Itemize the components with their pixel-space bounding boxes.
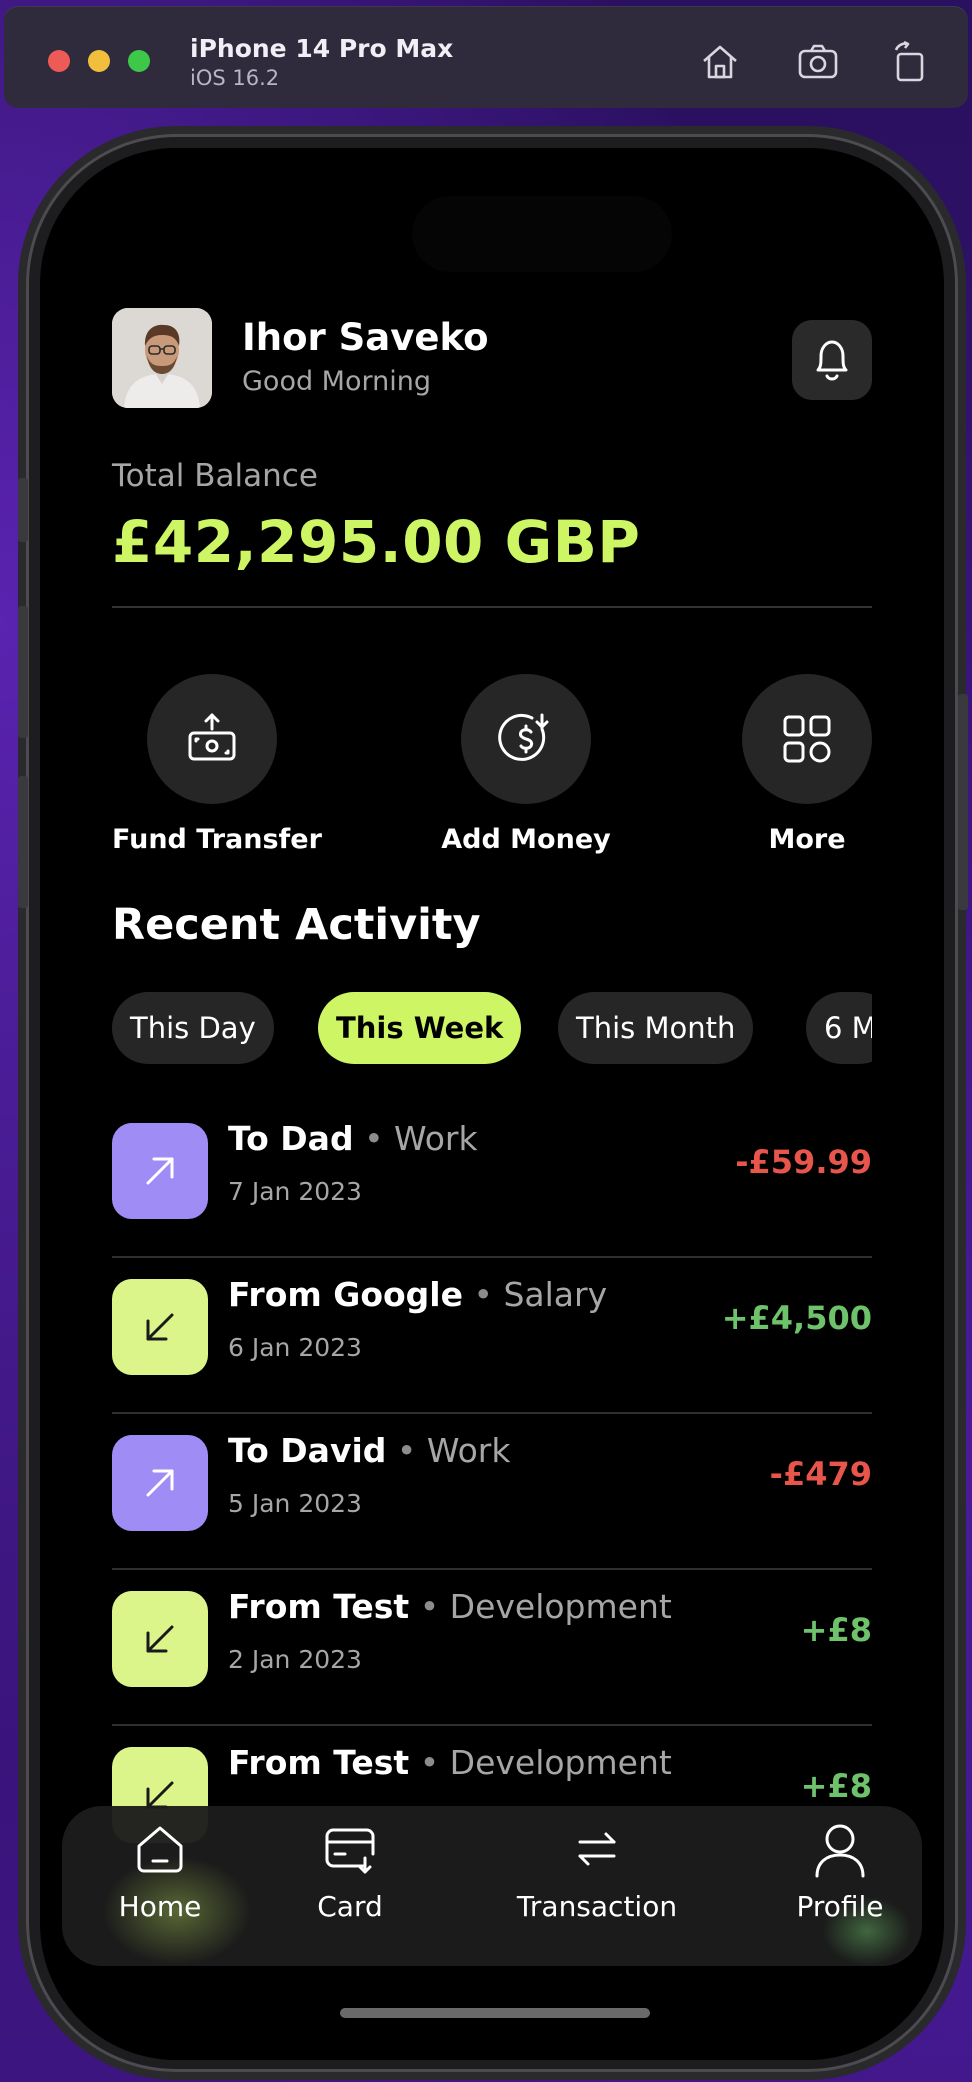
transaction-amount: +£8 [800,1611,872,1649]
nav-profile-label: Profile [796,1890,884,1923]
rotate-icon[interactable] [888,40,932,84]
fund-transfer-label: Fund Transfer [112,824,322,855]
transaction-name: To Dad [228,1119,354,1158]
transaction-category: Development [449,1587,672,1626]
user-name: Ihor Saveko [242,316,489,359]
arrow-down-left-icon [146,1625,174,1653]
recent-activity-title: Recent Activity [112,900,481,950]
device-name: iPhone 14 Pro Max [190,34,454,63]
arrow-up-right-icon [146,1469,174,1497]
notification-button[interactable] [792,320,872,400]
simulator-title-bar: iPhone 14 Pro Max iOS 16.2 [4,6,968,108]
home-indicator[interactable] [340,2008,650,2018]
tab-six-months[interactable]: 6 M [806,992,872,1064]
tab-this-month[interactable]: This Month [558,992,754,1064]
tab-this-week[interactable]: This Week [318,992,522,1064]
screenshot-icon[interactable] [796,40,840,84]
transaction-amount: -£479 [769,1455,872,1493]
tab-this-day[interactable]: This Day [112,992,274,1064]
home-icon[interactable] [698,40,742,84]
os-version: iOS 16.2 [190,66,280,90]
outgoing-icon-tile [112,1123,208,1219]
home-icon [137,1826,183,1873]
transaction-row[interactable]: From Test • Development 2 Jan 2023 +£8 [112,1571,872,1726]
transaction-amount: -£59.99 [735,1143,872,1181]
transaction-row[interactable]: To Dad • Work 7 Jan 2023 -£59.99 [112,1103,872,1258]
add-money-button[interactable]: Add Money [426,674,626,855]
outgoing-icon-tile [112,1435,208,1531]
dynamic-island [412,196,672,272]
app-screen: Ihor Saveko Good Morning Total Balance £… [40,148,944,2060]
nav-profile[interactable]: Profile [780,1820,900,1923]
separator: • [419,1743,440,1782]
incoming-icon-tile [112,1279,208,1375]
incoming-icon-tile [112,1591,208,1687]
transaction-name: From Test [228,1587,410,1626]
transaction-date: 5 Jan 2023 [228,1489,362,1518]
transaction-row[interactable]: From Google • Salary 6 Jan 2023 +£4,500 [112,1259,872,1414]
transaction-amount: +£4,500 [721,1299,872,1337]
mute-switch [18,478,28,542]
transaction-category: Salary [503,1275,608,1314]
volume-down-button [18,776,28,908]
nav-home-label: Home [118,1890,202,1923]
transaction-name: To David [228,1431,387,1470]
separator: • [473,1275,493,1314]
balance-label: Total Balance [112,458,318,494]
separator: • [364,1119,384,1158]
separator: • [419,1587,440,1626]
transaction-category: Work [426,1431,511,1470]
volume-up-button [18,606,28,738]
transaction-category: Work [394,1119,478,1158]
transaction-category: Development [449,1743,672,1782]
nav-transaction-label: Transaction [516,1890,678,1923]
card-icon [325,1828,375,1874]
transaction-row[interactable]: To David • Work 5 Jan 2023 -£479 [112,1415,872,1570]
transaction-name: From Google [228,1275,463,1314]
add-money-label: Add Money [441,824,611,855]
balance-amount: £42,295.00 GBP [112,508,641,576]
transaction-amount: +£8 [800,1767,872,1805]
arrow-down-left-icon [146,1313,174,1341]
add-money-icon [498,713,549,761]
row-divider [112,1724,872,1726]
nav-transaction[interactable]: Transaction [502,1820,692,1923]
zoom-window-button[interactable] [128,50,150,72]
transaction-date: 6 Jan 2023 [228,1333,362,1362]
transaction-name: From Test [228,1743,410,1782]
separator: • [396,1431,417,1470]
nav-home[interactable]: Home [100,1820,220,1923]
transfer-arrows-icon [578,1832,616,1866]
fund-transfer-button[interactable]: Fund Transfer [112,674,322,855]
arrow-up-right-icon [146,1157,174,1185]
transaction-date: 7 Jan 2023 [228,1177,362,1206]
avatar[interactable] [112,308,212,408]
period-filter-tabs: This Day This Week This Month 6 M [112,992,872,1064]
grid-icon [783,715,831,763]
row-divider [112,1412,872,1414]
user-icon [815,1824,865,1878]
balance-divider [112,606,872,608]
more-button[interactable]: More [742,674,872,855]
nav-card[interactable]: Card [290,1820,410,1923]
minimize-window-button[interactable] [88,50,110,72]
transaction-date: 2 Jan 2023 [228,1645,362,1674]
more-label: More [768,824,846,855]
row-divider [112,1256,872,1258]
power-button [958,694,968,910]
greeting: Good Morning [242,366,431,397]
nav-card-label: Card [317,1890,383,1923]
row-divider [112,1568,872,1570]
bell-icon [816,340,848,381]
money-transfer-icon [188,713,236,761]
bottom-navigation: Home Card Transaction Profile [62,1806,922,1966]
close-window-button[interactable] [48,50,70,72]
